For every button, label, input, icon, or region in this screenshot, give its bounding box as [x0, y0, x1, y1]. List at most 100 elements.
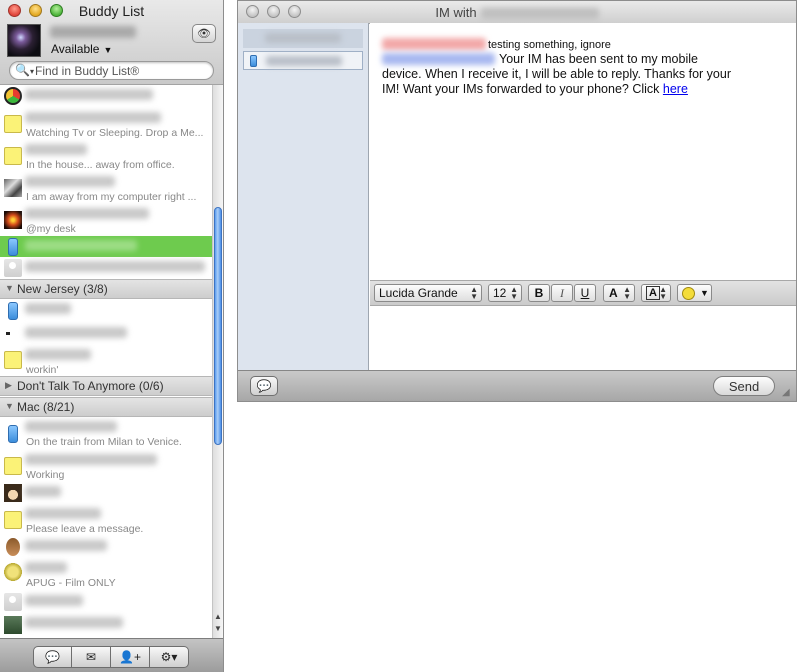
search-input[interactable]	[35, 63, 205, 78]
group-header-mac[interactable]: ▼ Mac (8/21)	[0, 397, 212, 417]
eye-icon: 👁	[197, 28, 211, 40]
scroll-down-arrow-icon[interactable]: ▼	[214, 624, 222, 633]
away-note-icon	[4, 457, 22, 475]
buddy-name	[25, 540, 107, 551]
speech-bubble-icon: 💬	[256, 379, 272, 393]
text-color-button[interactable]: A ▲ ▼	[603, 284, 635, 302]
search-field[interactable]: 🔍	[9, 61, 214, 80]
buddy-name	[25, 454, 157, 465]
buddy-list-titlebar[interactable]: Buddy List Available ▼ 👁 🔍	[0, 0, 223, 85]
conversation-tab-name	[266, 56, 342, 66]
status-dropdown[interactable]: Available ▼	[51, 42, 112, 56]
buddy-row[interactable]	[0, 482, 212, 504]
buddy-row[interactable]: APUG - Film ONLY	[0, 558, 212, 591]
buddy-action-button[interactable]: 👁	[192, 24, 216, 43]
buddy-list-scrollbar[interactable]: ▲ ▼	[212, 85, 223, 638]
buddy-row[interactable]: In the house... away from office.	[0, 140, 212, 172]
send-email-button[interactable]: ✉	[71, 646, 111, 668]
buddy-name	[25, 508, 101, 519]
buddy-name	[25, 562, 67, 573]
buddy-name	[25, 208, 149, 219]
disclosure-triangle-icon[interactable]: ▼	[5, 401, 14, 411]
add-buddy-button[interactable]: 👤+	[110, 646, 150, 668]
disclosure-triangle-icon[interactable]: ▼	[5, 283, 14, 293]
conversation-tab-active[interactable]	[243, 51, 363, 70]
bold-button[interactable]: B	[528, 284, 550, 302]
mobile-phone-icon	[8, 302, 18, 320]
buddy-name	[25, 261, 205, 272]
scrollbar-thumb[interactable]	[214, 207, 222, 445]
message-input[interactable]	[370, 307, 796, 370]
buddy-status: workin'	[26, 364, 59, 376]
chevron-updown-icon: ▲ ▼	[470, 285, 478, 301]
message-transcript: testing something, ignore Your IM has be…	[370, 23, 796, 279]
background-color-button[interactable]: A ▲ ▼	[641, 284, 671, 302]
im-window-titlebar[interactable]: IM with	[238, 1, 796, 24]
buddy-list: Watching Tv or Sleeping. Drop a Me... In…	[0, 85, 212, 638]
group-header-dont-talk-to-anymore[interactable]: ▶ Don't Talk To Anymore (0/6)	[0, 376, 212, 396]
send-button[interactable]: Send	[713, 376, 775, 396]
away-note-icon	[4, 351, 22, 369]
buddy-row[interactable]	[0, 257, 212, 279]
away-note-icon	[4, 115, 22, 133]
buddy-status: Watching Tv or Sleeping. Drop a Me...	[26, 127, 204, 139]
font-size-value: 12	[493, 286, 507, 300]
envelope-icon: ✉	[85, 650, 97, 664]
font-size-select[interactable]: 12 ▲ ▼	[488, 284, 522, 302]
buddy-row[interactable]	[0, 85, 212, 108]
resize-grip-icon[interactable]: ◢	[782, 387, 790, 398]
message-text: Your IM has been sent to my mobile devic…	[382, 52, 732, 97]
away-note-icon	[4, 147, 22, 165]
settings-menu-button[interactable]: ⚙▾	[149, 646, 189, 668]
window-title: IM with	[238, 5, 796, 20]
smiley-button[interactable]: ▼	[677, 284, 712, 302]
chat-options-button[interactable]: 💬	[250, 376, 278, 396]
buddy-row[interactable]: On the train from Milan to Venice.	[0, 417, 212, 450]
buddy-name	[25, 421, 117, 432]
buddy-row[interactable]: @my desk	[0, 204, 212, 236]
buddy-row[interactable]	[0, 591, 212, 613]
buddy-row[interactable]	[0, 613, 212, 638]
start-im-button[interactable]: 💬	[33, 646, 72, 668]
buddy-row[interactable]	[0, 536, 212, 558]
buddy-status: APUG - Film ONLY	[26, 577, 116, 589]
buddy-row[interactable]: Watching Tv or Sleeping. Drop a Me...	[0, 108, 212, 140]
group-label: Mac (8/21)	[17, 400, 75, 414]
buddy-row[interactable]: Working	[0, 450, 212, 482]
buddy-name	[25, 89, 153, 100]
text-color-label: A	[609, 286, 618, 300]
buddy-row[interactable]: workin'	[0, 345, 212, 376]
chevron-down-icon: ▼	[700, 288, 709, 298]
bold-label: B	[534, 286, 544, 300]
buddy-name	[25, 617, 123, 628]
font-family-value: Lucida Grande	[379, 286, 458, 300]
buddy-name	[25, 595, 83, 606]
buddy-status: In the house... away from office.	[26, 159, 175, 171]
buddy-row[interactable]: Please leave a message.	[0, 504, 212, 536]
buddy-row[interactable]	[0, 299, 212, 323]
buddy-status: Please leave a message.	[26, 523, 144, 535]
underline-button[interactable]: U	[574, 284, 596, 302]
chevron-updown-icon: ▲ ▼	[659, 285, 667, 301]
add-buddy-icon: 👤+	[119, 650, 141, 664]
disclosure-triangle-icon[interactable]: ▶	[5, 380, 12, 391]
conversation-tab[interactable]	[243, 29, 363, 48]
window-title-prefix: IM with	[435, 5, 477, 20]
buddy-row[interactable]	[0, 323, 212, 345]
buddy-name	[25, 176, 115, 187]
buddy-list-toolbar: 💬 ✉ 👤+ ⚙▾	[0, 638, 223, 672]
my-buddy-icon[interactable]	[7, 24, 41, 57]
forward-ims-link[interactable]: here	[663, 82, 688, 96]
group-header-new-jersey[interactable]: ▼ New Jersey (3/8)	[0, 279, 212, 299]
scroll-up-arrow-icon[interactable]: ▲	[214, 612, 222, 621]
window-title: Buddy List	[78, 3, 145, 19]
buddy-row[interactable]: I am away from my computer right ...	[0, 172, 212, 204]
search-icon[interactable]: 🔍	[15, 63, 34, 77]
aim-icon	[4, 87, 22, 105]
buddy-row-selected[interactable]	[0, 236, 212, 257]
italic-button[interactable]: I	[551, 284, 573, 302]
font-family-select[interactable]: Lucida Grande ▲ ▼	[374, 284, 482, 302]
buddy-photo-icon	[4, 179, 22, 197]
group-label: Don't Talk To Anymore (0/6)	[17, 379, 164, 393]
message-text: testing something, ignore	[488, 39, 611, 51]
